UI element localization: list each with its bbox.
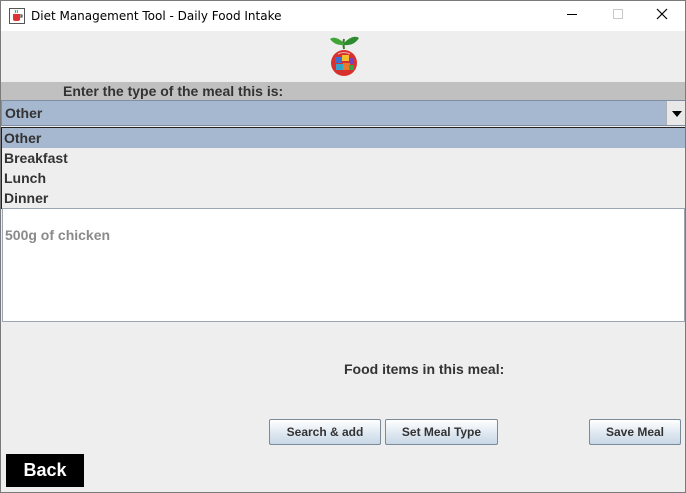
food-items-label: Food items in this meal: [344,361,505,377]
title-bar[interactable]: Diet Management Tool - Daily Food Intake [1,1,685,31]
minimize-button[interactable] [549,1,595,31]
app-window: Diet Management Tool - Daily Food Intake [0,0,686,493]
meal-option-other[interactable]: Other [2,128,685,148]
close-icon [656,7,668,25]
save-meal-button[interactable]: Save Meal [589,419,681,445]
back-button[interactable]: Back [6,454,84,487]
prompt-bar: Enter the type of the meal this is: [1,82,685,100]
dropdown-arrow-button[interactable] [666,101,685,125]
meal-type-dropdown-list: Other Breakfast Lunch Dinner [1,127,685,209]
search-add-button[interactable]: Search & add [269,419,381,445]
meal-option-breakfast[interactable]: Breakfast [2,148,685,168]
food-entry-textarea[interactable]: 500g of chicken [2,208,685,322]
meal-type-prompt: Enter the type of the meal this is: [63,83,284,99]
java-cup-icon [9,8,25,24]
food-entry-text: 500g of chicken [5,227,111,243]
close-button[interactable] [639,1,685,31]
maximize-icon [612,7,624,25]
meal-option-lunch[interactable]: Lunch [2,168,685,188]
meal-type-combobox[interactable]: Other [1,100,685,126]
maximize-button[interactable] [595,1,641,31]
minimize-icon [566,7,578,25]
apple-plant-logo [327,33,361,77]
meal-type-selected: Other [5,105,43,121]
set-meal-type-button[interactable]: Set Meal Type [385,419,498,445]
triangle-down-icon [671,104,682,122]
meal-option-dinner[interactable]: Dinner [2,188,685,208]
window-title: Diet Management Tool - Daily Food Intake [31,9,282,23]
